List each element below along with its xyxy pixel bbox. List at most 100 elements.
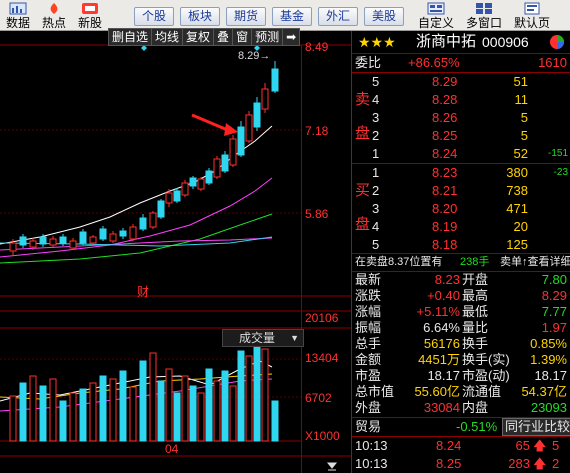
- tick-row: 10:13 8.24 65 🡅 5: [352, 437, 570, 455]
- order-change: [532, 73, 568, 91]
- order-change: [532, 200, 568, 218]
- order-price: 8.24: [432, 146, 458, 161]
- tab-stock[interactable]: 个股: [134, 7, 174, 26]
- order-volume: 471: [506, 201, 528, 216]
- stock-code: 000906: [482, 34, 529, 50]
- tick-flag: 2: [552, 456, 560, 471]
- sell-order-row[interactable]: 5 8.29 51: [352, 73, 570, 91]
- pie-icon[interactable]: [549, 34, 565, 50]
- data-button[interactable]: 数据: [0, 0, 36, 30]
- order-volume: 5: [520, 110, 528, 125]
- remove-watchlist-button[interactable]: 删自选: [108, 28, 153, 46]
- chart-toolbar: 删自选 均线 复权 叠 窗 预测 ➡: [108, 28, 301, 46]
- order-level: 2: [372, 128, 380, 143]
- hotspot-button[interactable]: 热点: [36, 0, 72, 30]
- tab-fund[interactable]: 基金: [272, 7, 312, 26]
- buy-order-row[interactable]: 5 8.18 125: [352, 236, 570, 254]
- volume-indicator-select[interactable]: 成交量 ▼: [222, 329, 304, 347]
- kline-chart-area[interactable]: 删自选 均线 复权 叠 窗 预测 ➡ 8.49 7.18 5.86 8.29→ …: [0, 28, 351, 473]
- order-volume: 51: [513, 74, 528, 89]
- order-price: 8.26: [432, 110, 458, 125]
- buy-order-row[interactable]: 1 8.23 380 -23: [352, 164, 570, 182]
- adjust-button[interactable]: 复权: [182, 28, 215, 46]
- finance-marker: 财: [137, 285, 150, 299]
- sell-orders: 卖 盘 5 8.29 51 4 8.28 11 3 8.26 5 2 8.25 5 1 8.24 52 -15…: [352, 73, 570, 163]
- notice-action[interactable]: 卖单↑查看详细: [500, 253, 570, 271]
- hotspot-label: 热点: [41, 16, 66, 30]
- up-arrow-icon: 🡅: [533, 456, 547, 471]
- industry-row: 贸易 -0.51% 同行业比较: [352, 418, 570, 436]
- buy-order-row[interactable]: 3 8.20 471: [352, 200, 570, 218]
- stat-value: 33084: [423, 400, 460, 415]
- main-toolbar: 数据 热点 新股 个股 板块 期货 基金 外汇 美股 自定义 多窗口 默认页: [0, 0, 570, 31]
- notice-text: 在卖盘8.37位置有: [355, 256, 443, 268]
- tick-row: 10:13 8.25 283 🡅 2: [352, 455, 570, 473]
- order-volume: 11: [514, 92, 529, 107]
- buy-order-row[interactable]: 4 8.19 20: [352, 218, 570, 236]
- price-axis-mid: 7.18: [305, 124, 329, 138]
- industry-compare-button[interactable]: 同行业比较: [502, 418, 570, 436]
- order-level: 1: [372, 165, 380, 180]
- stock-name: 浙商中拓: [416, 33, 477, 50]
- tab-us-stock[interactable]: 美股: [364, 7, 404, 26]
- order-price: 8.20: [432, 201, 458, 216]
- peak-price-label: 8.29→: [238, 50, 271, 62]
- order-level: 1: [372, 146, 380, 161]
- order-change: -151: [547, 148, 568, 159]
- sell-order-row[interactable]: 1 8.24 52 -151: [352, 145, 570, 163]
- stat-row: 金额 4451万 换手(实) 1.39%: [352, 352, 570, 368]
- window-button[interactable]: 窗: [232, 28, 253, 46]
- order-level: 4: [372, 92, 380, 107]
- tick-flag: 5: [552, 438, 560, 453]
- order-change: [532, 236, 568, 254]
- stat-row: 涨幅 +5.11% 最低 7.77: [352, 304, 570, 320]
- date-label: 04: [165, 442, 179, 456]
- order-price: 8.25: [432, 128, 458, 143]
- volume-label: 成交量: [239, 331, 276, 345]
- pin-arrow-button[interactable]: ➡: [282, 28, 301, 46]
- commission-row: 委比 +86.65% 1610: [352, 54, 570, 72]
- sell-order-row[interactable]: 2 8.25 5: [352, 127, 570, 145]
- overlay-button[interactable]: 叠: [213, 28, 234, 46]
- sell-order-row[interactable]: 4 8.28 11: [352, 91, 570, 109]
- stat-row: 涨跌 +0.40 最高 8.29: [352, 288, 570, 304]
- kline-svg: [0, 44, 351, 473]
- volume-axis-top: 20106: [305, 311, 339, 325]
- stat-row: 总市值 55.60亿 流通值 54.37亿: [352, 384, 570, 400]
- notice-row[interactable]: 在卖盘8.37位置有 238手 卖单↑查看详细: [352, 253, 570, 271]
- notice-qty: 238手: [460, 256, 490, 268]
- order-level: 5: [372, 237, 380, 252]
- ma-button[interactable]: 均线: [151, 28, 184, 46]
- new-stock-button[interactable]: 新股: [72, 0, 108, 30]
- order-change: [532, 218, 568, 236]
- tick-volume: 283: [508, 456, 530, 471]
- order-volume: 125: [506, 237, 528, 252]
- tab-futures[interactable]: 期货: [226, 7, 266, 26]
- order-volume: 738: [506, 183, 528, 198]
- order-level: 2: [372, 183, 380, 198]
- custom-label: 自定义: [417, 16, 454, 30]
- order-volume: 52: [513, 146, 528, 161]
- forecast-button[interactable]: 预测: [251, 28, 284, 46]
- quote-panel: ★★★ 浙商中拓 000906 委比 +86.65% 1610 卖 盘 5 8.2…: [351, 31, 570, 473]
- price-axis-low: 5.86: [305, 207, 329, 221]
- rating-stars: ★★★: [358, 34, 396, 50]
- stats-table: 最新 8.23 开盘 7.80 涨跌 +0.40 最高 8.29 涨幅 +5.11% 最低 7.77 振…: [352, 272, 570, 417]
- tab-sector[interactable]: 板块: [180, 7, 220, 26]
- industry-pct: -0.51%: [456, 419, 498, 434]
- multi-window-button[interactable]: 多窗口: [460, 0, 508, 30]
- sell-order-row[interactable]: 3 8.26 5: [352, 109, 570, 127]
- order-volume: 380: [506, 165, 528, 180]
- stat-row: 外盘 33084 内盘 23093: [352, 400, 570, 416]
- tick-volume: 65: [515, 438, 530, 453]
- buy-order-row[interactable]: 2 8.21 738: [352, 182, 570, 200]
- tab-forex[interactable]: 外汇: [318, 7, 358, 26]
- default-page-button[interactable]: 默认页: [508, 0, 556, 30]
- chevron-down-icon: ▼: [290, 333, 299, 343]
- custom-button[interactable]: 自定义: [412, 0, 460, 30]
- buy-orders: 买 盘 1 8.23 380 -23 2 8.21 738 3 8.20 471 4 8.19 20 5 8…: [352, 164, 570, 254]
- volume-axis-low: 6702: [305, 391, 332, 405]
- data-label: 数据: [5, 16, 30, 30]
- stat-row: 市盈 18.17 市盈(动) 18.17: [352, 368, 570, 384]
- order-change: [532, 127, 568, 145]
